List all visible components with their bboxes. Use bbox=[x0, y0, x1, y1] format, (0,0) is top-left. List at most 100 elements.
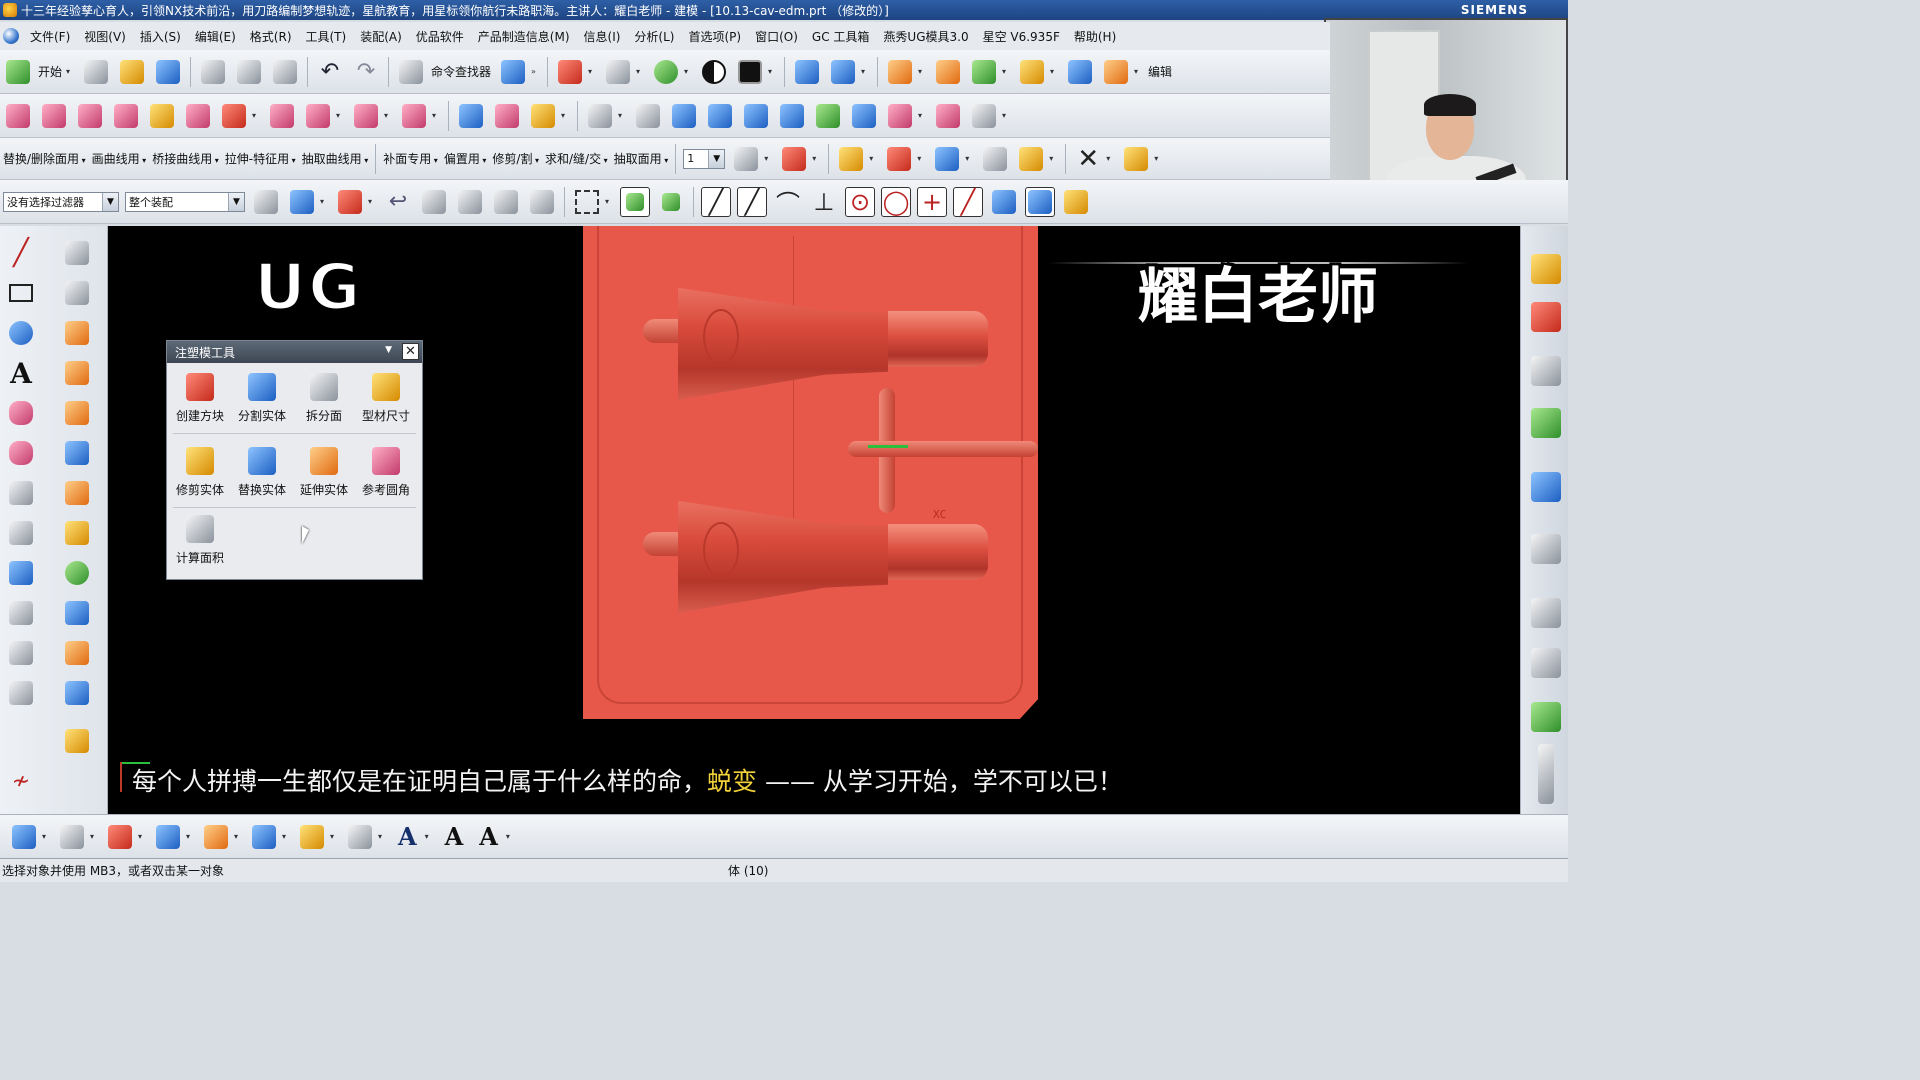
text-tool[interactable]: A bbox=[6, 357, 36, 390]
book-tool[interactable] bbox=[62, 598, 92, 628]
dropdown-icon[interactable]: ▾ bbox=[252, 111, 260, 120]
measure-button[interactable] bbox=[932, 144, 962, 174]
product-cavity-lower[interactable] bbox=[643, 484, 1003, 624]
dropdown-icon[interactable]: ▾ bbox=[768, 67, 776, 76]
surface-tool-10[interactable] bbox=[813, 101, 843, 131]
web-browser-icon[interactable] bbox=[1531, 472, 1561, 502]
menu-extrude-feature[interactable]: 拉伸-特征用 bbox=[222, 150, 299, 167]
text-edit-icon[interactable]: A bbox=[479, 822, 498, 851]
drafting-tool-7[interactable] bbox=[297, 822, 327, 852]
extract-tool[interactable] bbox=[6, 678, 36, 708]
dropdown-icon[interactable]: ▾ bbox=[384, 111, 392, 120]
menu-preferences[interactable]: 首选项(P) bbox=[681, 28, 748, 45]
snap-point-on-curve-button[interactable]: ╱ bbox=[953, 186, 983, 217]
start-button[interactable] bbox=[3, 57, 33, 87]
nx-menu-icon[interactable] bbox=[3, 28, 19, 44]
snap-arc-center-button[interactable]: ⊙ bbox=[845, 186, 875, 217]
polygon-tool[interactable] bbox=[6, 398, 36, 428]
extend-solid-tool[interactable]: 延伸实体 bbox=[294, 441, 354, 505]
drafting-tool-5[interactable] bbox=[201, 822, 231, 852]
shell-tool[interactable] bbox=[62, 678, 92, 708]
menu-format[interactable]: 格式(R) bbox=[243, 28, 299, 45]
feature-tool-10[interactable] bbox=[351, 101, 381, 131]
clock-icon[interactable] bbox=[1531, 598, 1561, 628]
mold-wizard-button[interactable] bbox=[885, 57, 915, 87]
dropdown-icon[interactable]: ▾ bbox=[684, 67, 692, 76]
dropdown-icon[interactable]: ▾ bbox=[282, 832, 290, 841]
select-body-button[interactable] bbox=[419, 187, 449, 217]
chevron-down-icon[interactable]: ▼ bbox=[102, 192, 118, 211]
feature-tool-8[interactable] bbox=[267, 101, 297, 131]
dropdown-icon[interactable]: ▾ bbox=[965, 154, 973, 163]
surface-tool-14[interactable] bbox=[969, 101, 999, 131]
chevron-down-icon[interactable]: ▼ bbox=[708, 149, 725, 168]
drafting-tool-3[interactable] bbox=[105, 822, 135, 852]
feature-tool-9[interactable] bbox=[303, 101, 333, 131]
revolve-tool[interactable] bbox=[62, 398, 92, 428]
dropdown-icon[interactable]: ▾ bbox=[330, 832, 338, 841]
surface-tool-11[interactable] bbox=[849, 101, 879, 131]
command-finder-label[interactable]: 命令查找器 bbox=[431, 63, 491, 80]
constraint-navigator-icon[interactable] bbox=[1531, 302, 1561, 332]
trim-curve-tool[interactable]: ≁ bbox=[6, 766, 36, 796]
undo-button[interactable]: ↶ bbox=[315, 57, 345, 87]
text-style-icon[interactable]: A bbox=[398, 822, 417, 851]
split-curve-tool[interactable] bbox=[6, 638, 36, 668]
dropdown-icon[interactable]: ▾ bbox=[812, 154, 820, 163]
menu-draw-curve[interactable]: 画曲线用 bbox=[89, 150, 150, 167]
dropdown-icon[interactable]: ▾ bbox=[1049, 154, 1057, 163]
draft-analysis-button[interactable] bbox=[1121, 144, 1151, 174]
menu-trim-split[interactable]: 修剪/割 bbox=[489, 150, 542, 167]
split-solid-tool[interactable]: 分割实体 bbox=[232, 367, 292, 431]
dropdown-icon[interactable]: ▾ bbox=[869, 154, 877, 163]
menu-extract-curve[interactable]: 抽取曲线用 bbox=[299, 150, 372, 167]
offset-face-tool[interactable] bbox=[62, 638, 92, 668]
extrude-tool[interactable] bbox=[62, 318, 92, 348]
delete-button[interactable]: ✕ bbox=[1073, 144, 1103, 174]
close-button[interactable]: ✕ bbox=[402, 343, 419, 360]
dropdown-icon[interactable]: ▾ bbox=[1002, 67, 1010, 76]
surface-tool-2[interactable] bbox=[492, 101, 522, 131]
dropdown-icon[interactable]: ▾ bbox=[425, 832, 433, 841]
surface-tool-3[interactable] bbox=[528, 101, 558, 131]
drafting-tool-1[interactable] bbox=[9, 822, 39, 852]
display-mode-button[interactable] bbox=[699, 57, 729, 87]
trim-solid-tool[interactable]: 修剪实体 bbox=[170, 441, 230, 505]
bridge-curve-tool[interactable] bbox=[6, 518, 36, 548]
part-navigator-icon[interactable] bbox=[1531, 356, 1561, 386]
feature-tool-1[interactable] bbox=[3, 101, 33, 131]
plane-tool[interactable] bbox=[62, 278, 92, 308]
menu-patch-face[interactable]: 补面专用 bbox=[380, 150, 441, 167]
product-cavity-upper[interactable] bbox=[643, 271, 1003, 411]
dropdown-icon[interactable]: ▾ bbox=[561, 111, 569, 120]
dialog-header[interactable]: 注塑模工具 ▼ ✕ bbox=[167, 341, 422, 363]
menu-offset[interactable]: 偏置用 bbox=[441, 150, 490, 167]
text-search-icon[interactable]: A bbox=[445, 822, 464, 851]
layer-select[interactable]: 1 ▼ bbox=[683, 148, 726, 169]
measure-angle-button[interactable] bbox=[1016, 144, 1046, 174]
save-button[interactable] bbox=[153, 57, 183, 87]
snap-tangent-button[interactable]: ⊥ bbox=[809, 187, 839, 217]
measure-distance-button[interactable] bbox=[980, 144, 1010, 174]
dropdown-icon[interactable]: ▾ bbox=[506, 832, 514, 841]
mold-layout-button[interactable] bbox=[933, 57, 963, 87]
feature-tool-6[interactable] bbox=[183, 101, 213, 131]
split-face-tool[interactable]: 拆分面 bbox=[294, 367, 354, 431]
studio-spline-tool[interactable] bbox=[6, 438, 36, 468]
new-file-button[interactable] bbox=[81, 57, 111, 87]
dropdown-icon[interactable]: ▾ bbox=[917, 154, 925, 163]
feature-tool-7[interactable] bbox=[219, 101, 249, 131]
snap-quadrant-button[interactable]: ◯ bbox=[881, 186, 911, 217]
feature-tool-3[interactable] bbox=[75, 101, 105, 131]
general-selection-button[interactable] bbox=[251, 187, 281, 217]
calculate-area-tool[interactable]: 计算面积 bbox=[170, 509, 230, 573]
dropdown-icon[interactable]: ▾ bbox=[186, 832, 194, 841]
menu-replace-delete-face[interactable]: 替换/删除面用 bbox=[0, 150, 89, 167]
menu-bridge-curve[interactable]: 桥接曲线用 bbox=[149, 150, 222, 167]
drafting-tool-6[interactable] bbox=[249, 822, 279, 852]
menu-unite-sew-intersect[interactable]: 求和/缝/交 bbox=[542, 150, 611, 167]
sketch-tool[interactable] bbox=[62, 238, 92, 268]
deselect-button[interactable]: ↩ bbox=[383, 187, 413, 217]
dropdown-icon[interactable]: ▾ bbox=[1154, 154, 1162, 163]
redo-button[interactable]: ↷ bbox=[351, 57, 381, 87]
